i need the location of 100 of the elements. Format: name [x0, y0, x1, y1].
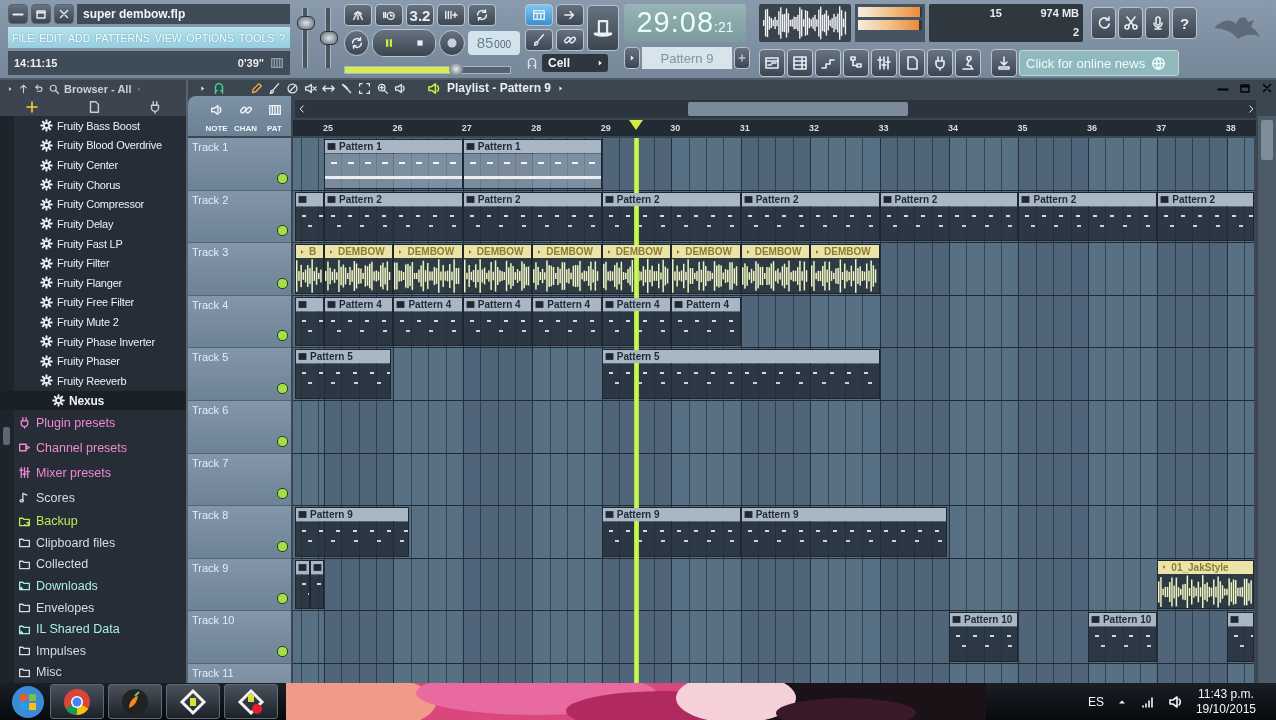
pause-button[interactable]: [373, 30, 405, 56]
language-indicator[interactable]: ES: [1087, 694, 1104, 709]
clock-button[interactable]: [375, 4, 403, 26]
browser-item[interactable]: Fruity Free Filter: [0, 292, 186, 313]
track-lane[interactable]: Pattern 9 Pattern 9 Pattern 9: [293, 506, 1254, 559]
window-button[interactable]: [787, 49, 813, 77]
loop-record-button[interactable]: [468, 4, 496, 26]
fruit-app-icon[interactable]: [108, 684, 162, 719]
track-lane[interactable]: Pattern 10 Pattern 10: [293, 611, 1254, 664]
maximize-button[interactable]: [31, 4, 51, 24]
window-button[interactable]: [955, 49, 981, 77]
horizontal-scrollbar[interactable]: [295, 100, 1256, 118]
browser-item[interactable]: Fruity Chorus: [0, 174, 186, 195]
pattern-clip[interactable]: Pattern 5: [601, 349, 880, 399]
scrollbar-thumb[interactable]: [688, 102, 908, 116]
minimize-button[interactable]: [8, 4, 28, 24]
track-toggle[interactable]: [277, 330, 288, 342]
browser-item[interactable]: Scores: [0, 485, 186, 511]
browser-item[interactable]: Mixer presets: [0, 460, 186, 486]
pattern-clip[interactable]: Pattern 9: [740, 507, 947, 557]
browser-item[interactable]: Fruity Bass Boost: [0, 116, 186, 136]
add-pattern-button[interactable]: [734, 47, 750, 69]
start-button[interactable]: [10, 683, 46, 720]
track-toggle[interactable]: [277, 488, 288, 500]
window-button[interactable]: [759, 49, 785, 77]
pattern-clip[interactable]: Pattern 2: [740, 191, 880, 242]
typing-keyboard-button[interactable]: 3.2: [406, 4, 434, 26]
browser-item[interactable]: Impulses: [0, 639, 186, 662]
pattern-clip[interactable]: [295, 559, 311, 610]
window-button[interactable]: [927, 49, 953, 77]
window-button[interactable]: [899, 49, 925, 77]
track-lane[interactable]: [293, 400, 1254, 454]
tool-label[interactable]: PAT: [267, 123, 282, 133]
track-toggle[interactable]: [277, 172, 288, 184]
pattern-clip[interactable]: Pattern 2: [1157, 191, 1254, 242]
browser-item[interactable]: Envelopes: [0, 596, 186, 619]
pattern-clip[interactable]: [1226, 612, 1254, 662]
diamond-app-icon[interactable]: [224, 684, 278, 719]
vertical-scrollbar[interactable]: [1258, 116, 1276, 683]
pattern-clip[interactable]: Pattern 10: [1087, 612, 1158, 662]
pattern-clip[interactable]: Pattern 4: [323, 296, 394, 347]
hat-button[interactable]: [587, 4, 619, 51]
pattern-clip[interactable]: Pattern 4: [532, 296, 602, 347]
brush-button[interactable]: [525, 29, 553, 51]
track-toggle[interactable]: [277, 382, 288, 394]
help-button[interactable]: ?: [1172, 7, 1197, 39]
browser-item[interactable]: IL Shared Data: [0, 618, 186, 640]
track-lane[interactable]: Pattern 2 Pattern 2 Pattern 2 Pattern 2 Pattern 2 Pattern 2 Pattern 2: [293, 190, 1254, 244]
download-button[interactable]: [991, 49, 1017, 77]
pattern-clip[interactable]: Pattern 2: [323, 191, 463, 242]
pattern-clip[interactable]: Pattern 1: [323, 139, 463, 189]
scrollbar-thumb[interactable]: [3, 427, 10, 445]
browser-item[interactable]: Fruity Blood Overdrive: [0, 135, 186, 156]
next-button[interactable]: [556, 4, 584, 26]
browser-item[interactable]: Plugin presets: [0, 410, 186, 436]
pattern-clip[interactable]: Pattern 4: [671, 296, 741, 347]
diamond-app-icon[interactable]: [166, 684, 220, 719]
tool-label[interactable]: NOTE: [205, 123, 228, 133]
slider-thumb[interactable]: [448, 62, 463, 76]
track-toggle[interactable]: [277, 593, 288, 605]
track-toggle[interactable]: [277, 277, 288, 289]
track-toggle[interactable]: [277, 435, 288, 447]
record-button[interactable]: [439, 30, 465, 56]
track-lane[interactable]: [293, 453, 1254, 507]
pattern-clip[interactable]: Pattern 2: [462, 191, 602, 242]
browser-item[interactable]: Fruity Reeverb: [0, 371, 186, 391]
pattern-clip[interactable]: Pattern 10: [949, 612, 1019, 662]
browser-item[interactable]: Fruity Filter: [0, 253, 186, 273]
snap-dropdown[interactable]: Cell: [542, 54, 608, 72]
chrome-icon[interactable]: [50, 684, 104, 719]
browser-item[interactable]: Channel presets: [0, 435, 186, 461]
tempo-display[interactable]: 85000: [467, 31, 520, 55]
loop-button[interactable]: [344, 30, 370, 56]
pattern-clip[interactable]: Pattern 9: [601, 507, 741, 557]
track-lane[interactable]: Pattern 5 Pattern 5: [293, 348, 1254, 401]
pattern-clip[interactable]: Pattern 4: [601, 296, 672, 347]
metronome-button[interactable]: [344, 4, 372, 26]
window-button[interactable]: [815, 49, 841, 77]
browser-item[interactable]: Fruity Delay: [0, 214, 186, 234]
stop-button[interactable]: [404, 30, 436, 56]
pattern-clip[interactable]: Pattern 2: [601, 191, 741, 242]
track-toggle[interactable]: [277, 225, 288, 237]
browser-item[interactable]: Fruity Mute 2: [0, 312, 186, 332]
pattern-clip[interactable]: Pattern 4: [462, 296, 533, 347]
pattern-clip[interactable]: Pattern 1: [462, 139, 602, 189]
timeline-ruler[interactable]: 25 26 27 28 29 30 31 32 33 34 35 36 37 38: [293, 120, 1256, 136]
browser-item[interactable]: Downloads: [0, 575, 186, 597]
browser-item[interactable]: Clipboard files: [0, 531, 186, 554]
pattern-clip[interactable]: Pattern 2: [879, 191, 1019, 242]
window-button[interactable]: [843, 49, 869, 77]
track-toggle[interactable]: [277, 645, 288, 657]
browser-item[interactable]: Fruity Phase Inverter: [0, 331, 186, 352]
browser-item[interactable]: Collected: [0, 553, 186, 576]
pattern-clip[interactable]: [295, 296, 324, 347]
pattern-clip[interactable]: Pattern 2: [1018, 191, 1158, 242]
window-button[interactable]: [871, 49, 897, 77]
slider-thumb[interactable]: [297, 16, 315, 31]
track-lane[interactable]: Pattern 1 Pattern 1: [293, 138, 1254, 191]
taskbar-clock[interactable]: 11:43 p.m. 19/10/2015: [1195, 686, 1256, 717]
pattern-clip[interactable]: [310, 559, 324, 610]
